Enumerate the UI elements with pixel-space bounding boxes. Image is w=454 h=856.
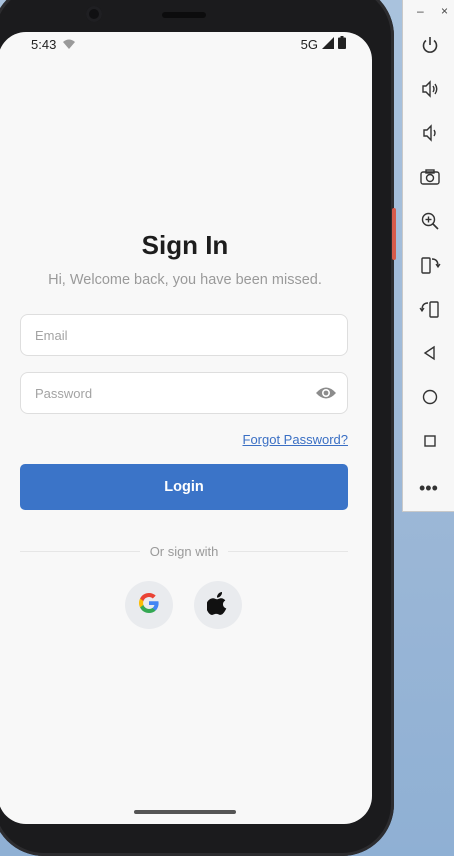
signal-icon bbox=[322, 36, 334, 52]
forgot-password-link[interactable]: Forgot Password? bbox=[243, 432, 349, 447]
rotate-right-icon[interactable] bbox=[419, 298, 441, 320]
or-divider: Or sign with bbox=[20, 544, 349, 559]
phone-screen: 5:43 5G Sign In Hi, Welcome back, you ha… bbox=[0, 32, 372, 824]
google-sign-in-button[interactable] bbox=[125, 581, 173, 629]
emulator-toolbar: – × ••• bbox=[402, 0, 454, 512]
home-indicator[interactable] bbox=[134, 810, 236, 814]
divider-line bbox=[228, 551, 349, 552]
battery-icon bbox=[338, 36, 346, 52]
zoom-icon[interactable] bbox=[419, 210, 441, 232]
apple-icon bbox=[206, 591, 229, 620]
earpiece-speaker bbox=[162, 12, 206, 18]
volume-up-icon[interactable] bbox=[419, 78, 441, 100]
email-field[interactable] bbox=[20, 314, 348, 356]
rotate-left-icon[interactable] bbox=[419, 254, 441, 276]
email-input[interactable] bbox=[21, 315, 347, 355]
password-field[interactable] bbox=[20, 372, 348, 414]
apple-sign-in-button[interactable] bbox=[194, 581, 242, 629]
page-subtitle: Hi, Welcome back, you have been missed. bbox=[48, 272, 322, 288]
volume-down-icon[interactable] bbox=[419, 122, 441, 144]
network-label: 5G bbox=[300, 36, 318, 52]
home-icon[interactable] bbox=[419, 386, 441, 408]
status-right: 5G bbox=[301, 36, 346, 52]
status-bar: 5:43 5G bbox=[0, 32, 372, 58]
toolbar-window-controls: – × bbox=[403, 4, 454, 22]
eye-icon[interactable] bbox=[315, 385, 337, 406]
page-title: Sign In bbox=[141, 230, 229, 260]
more-options-icon[interactable]: ••• bbox=[419, 478, 438, 499]
status-time: 5:43 bbox=[31, 37, 57, 52]
google-icon bbox=[137, 591, 161, 620]
divider-line bbox=[20, 551, 140, 552]
power-icon[interactable] bbox=[419, 34, 441, 56]
password-input[interactable] bbox=[21, 373, 347, 413]
wifi-icon bbox=[62, 38, 76, 53]
minimize-button[interactable]: – bbox=[417, 4, 424, 18]
overview-icon[interactable] bbox=[419, 430, 441, 452]
camera-icon[interactable] bbox=[419, 166, 441, 188]
phone-frame: 5:43 5G Sign In Hi, Welcome back, you ha… bbox=[0, 0, 394, 856]
login-button[interactable]: Login bbox=[20, 464, 348, 510]
back-icon[interactable] bbox=[419, 342, 441, 364]
divider-text: Or sign with bbox=[149, 544, 219, 559]
volume-rocker bbox=[392, 208, 396, 260]
close-button[interactable]: × bbox=[441, 4, 448, 18]
front-camera bbox=[86, 6, 102, 22]
